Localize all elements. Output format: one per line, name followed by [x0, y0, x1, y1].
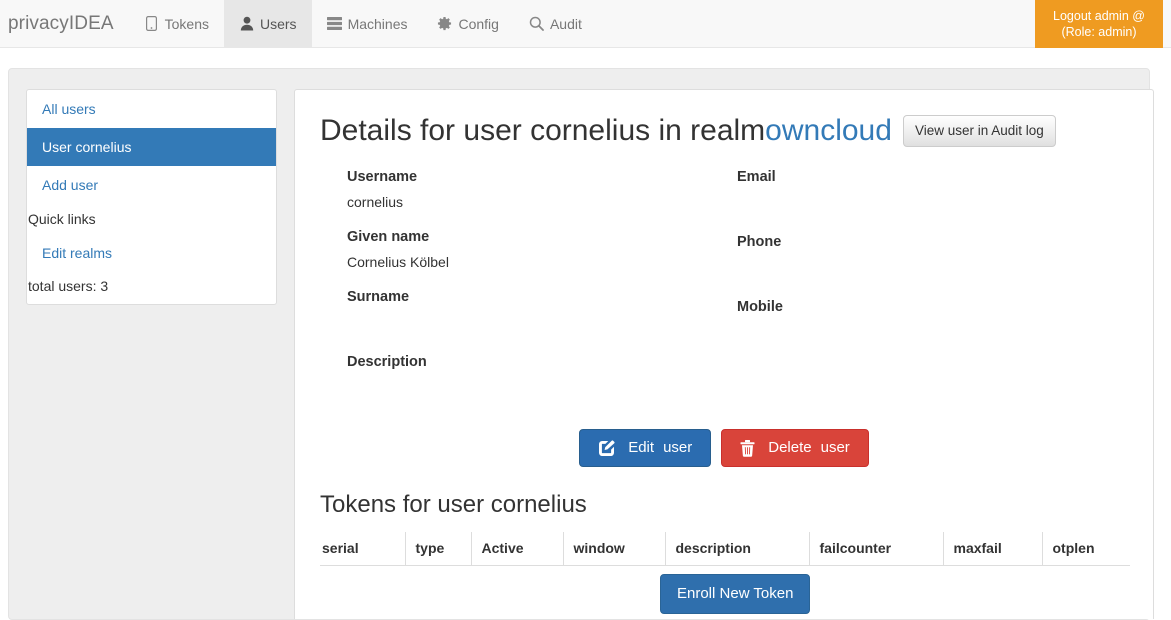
col-header-description[interactable]: description: [665, 532, 809, 566]
description-label: Description: [347, 352, 737, 372]
details-left-column: Username cornelius Given name Cornelius …: [347, 167, 737, 417]
nav-label-users: Users: [260, 16, 297, 32]
sidebar-quick-links-heading: Quick links: [27, 204, 276, 234]
mobile-value: [737, 322, 1077, 342]
col-header-type[interactable]: type: [405, 532, 471, 566]
nav-label-machines: Machines: [348, 16, 408, 32]
sidebar-item-all-users[interactable]: All users: [27, 90, 276, 128]
enroll-new-token-button[interactable]: Enroll New Token: [660, 574, 810, 614]
details-right-column: Email Phone Mobile: [737, 167, 1077, 417]
nav-item-tokens[interactable]: Tokens: [129, 0, 224, 47]
sidebar-item-add-user[interactable]: Add user: [27, 166, 276, 204]
enroll-button-row: Enroll New Token: [320, 574, 1128, 614]
sidebar-item-user-cornelius[interactable]: User cornelius: [27, 128, 276, 166]
main-panel: Details for user cornelius in realm ownc…: [294, 89, 1154, 619]
delete-user-button[interactable]: Delete user: [721, 429, 869, 467]
surname-label: Surname: [347, 287, 737, 307]
logout-line-1: Logout admin @: [1053, 9, 1145, 23]
nav-item-audit[interactable]: Audit: [514, 0, 597, 47]
description-value: [347, 377, 737, 397]
delete-user-label: Delete user: [768, 438, 850, 458]
user-actions: Edit user Delete user: [320, 429, 1128, 467]
surname-value: [347, 312, 737, 332]
email-label: Email: [737, 167, 1077, 187]
gear-icon: [437, 16, 452, 31]
mobile-icon: [144, 16, 159, 31]
col-header-otplen[interactable]: otplen: [1042, 532, 1130, 566]
sidebar-item-edit-realms[interactable]: Edit realms: [27, 234, 276, 272]
col-header-maxfail[interactable]: maxfail: [943, 532, 1042, 566]
username-label: Username: [347, 167, 737, 187]
logout-button[interactable]: Logout admin @ (Role: admin): [1035, 0, 1163, 48]
logout-line-2: (Role: admin): [1061, 25, 1136, 39]
top-navbar: privacyIDEA Tokens Users Machines Config: [0, 0, 1171, 48]
given-name-value: Cornelius Kölbel: [347, 252, 737, 272]
brand-logo[interactable]: privacyIDEA: [0, 0, 129, 47]
nav-label-config: Config: [458, 16, 498, 32]
edit-user-word-2: user: [663, 438, 692, 458]
nav-item-users[interactable]: Users: [224, 0, 312, 47]
page-title-prefix: Details for user cornelius in realm: [320, 112, 765, 150]
page-title: Details for user cornelius in realm ownc…: [320, 112, 1128, 150]
username-value: cornelius: [347, 192, 737, 212]
tokens-section-title: Tokens for user cornelius: [320, 490, 1128, 520]
user-icon: [239, 16, 254, 31]
tokens-table-header-row: serial type Active window description fa…: [320, 532, 1130, 566]
user-details: Username cornelius Given name Cornelius …: [320, 167, 1128, 417]
sidebar-total-users: total users: 3: [27, 272, 276, 304]
edit-user-word-1: Edit: [628, 438, 654, 458]
email-value: [737, 192, 1077, 212]
given-name-label: Given name: [347, 227, 737, 247]
server-icon: [327, 16, 342, 31]
phone-label: Phone: [737, 232, 1077, 252]
trash-icon: [740, 440, 755, 457]
content-area: All users User cornelius Add user Quick …: [8, 68, 1150, 620]
nav-label-audit: Audit: [550, 16, 582, 32]
col-header-window[interactable]: window: [563, 532, 665, 566]
pencil-square-icon: [598, 440, 615, 457]
mobile-label: Mobile: [737, 297, 1077, 317]
nav-item-config[interactable]: Config: [422, 0, 513, 47]
col-header-active[interactable]: Active: [471, 532, 563, 566]
tokens-table: serial type Active window description fa…: [320, 532, 1130, 566]
realm-link[interactable]: owncloud: [765, 112, 892, 150]
col-header-failcounter[interactable]: failcounter: [809, 532, 943, 566]
nav-item-machines[interactable]: Machines: [312, 0, 423, 47]
delete-user-word-2: user: [821, 438, 850, 458]
edit-user-button[interactable]: Edit user: [579, 429, 711, 467]
nav-label-tokens: Tokens: [165, 16, 209, 32]
search-icon: [529, 16, 544, 31]
view-user-in-audit-log-button[interactable]: View user in Audit log: [903, 115, 1056, 147]
sidebar-panel: All users User cornelius Add user Quick …: [26, 89, 277, 305]
delete-user-word-1: Delete: [768, 438, 811, 458]
edit-user-label: Edit user: [628, 438, 692, 458]
phone-value: [737, 257, 1077, 277]
nav-items: Tokens Users Machines Config Audit: [129, 0, 597, 47]
col-header-serial[interactable]: serial: [320, 532, 405, 566]
